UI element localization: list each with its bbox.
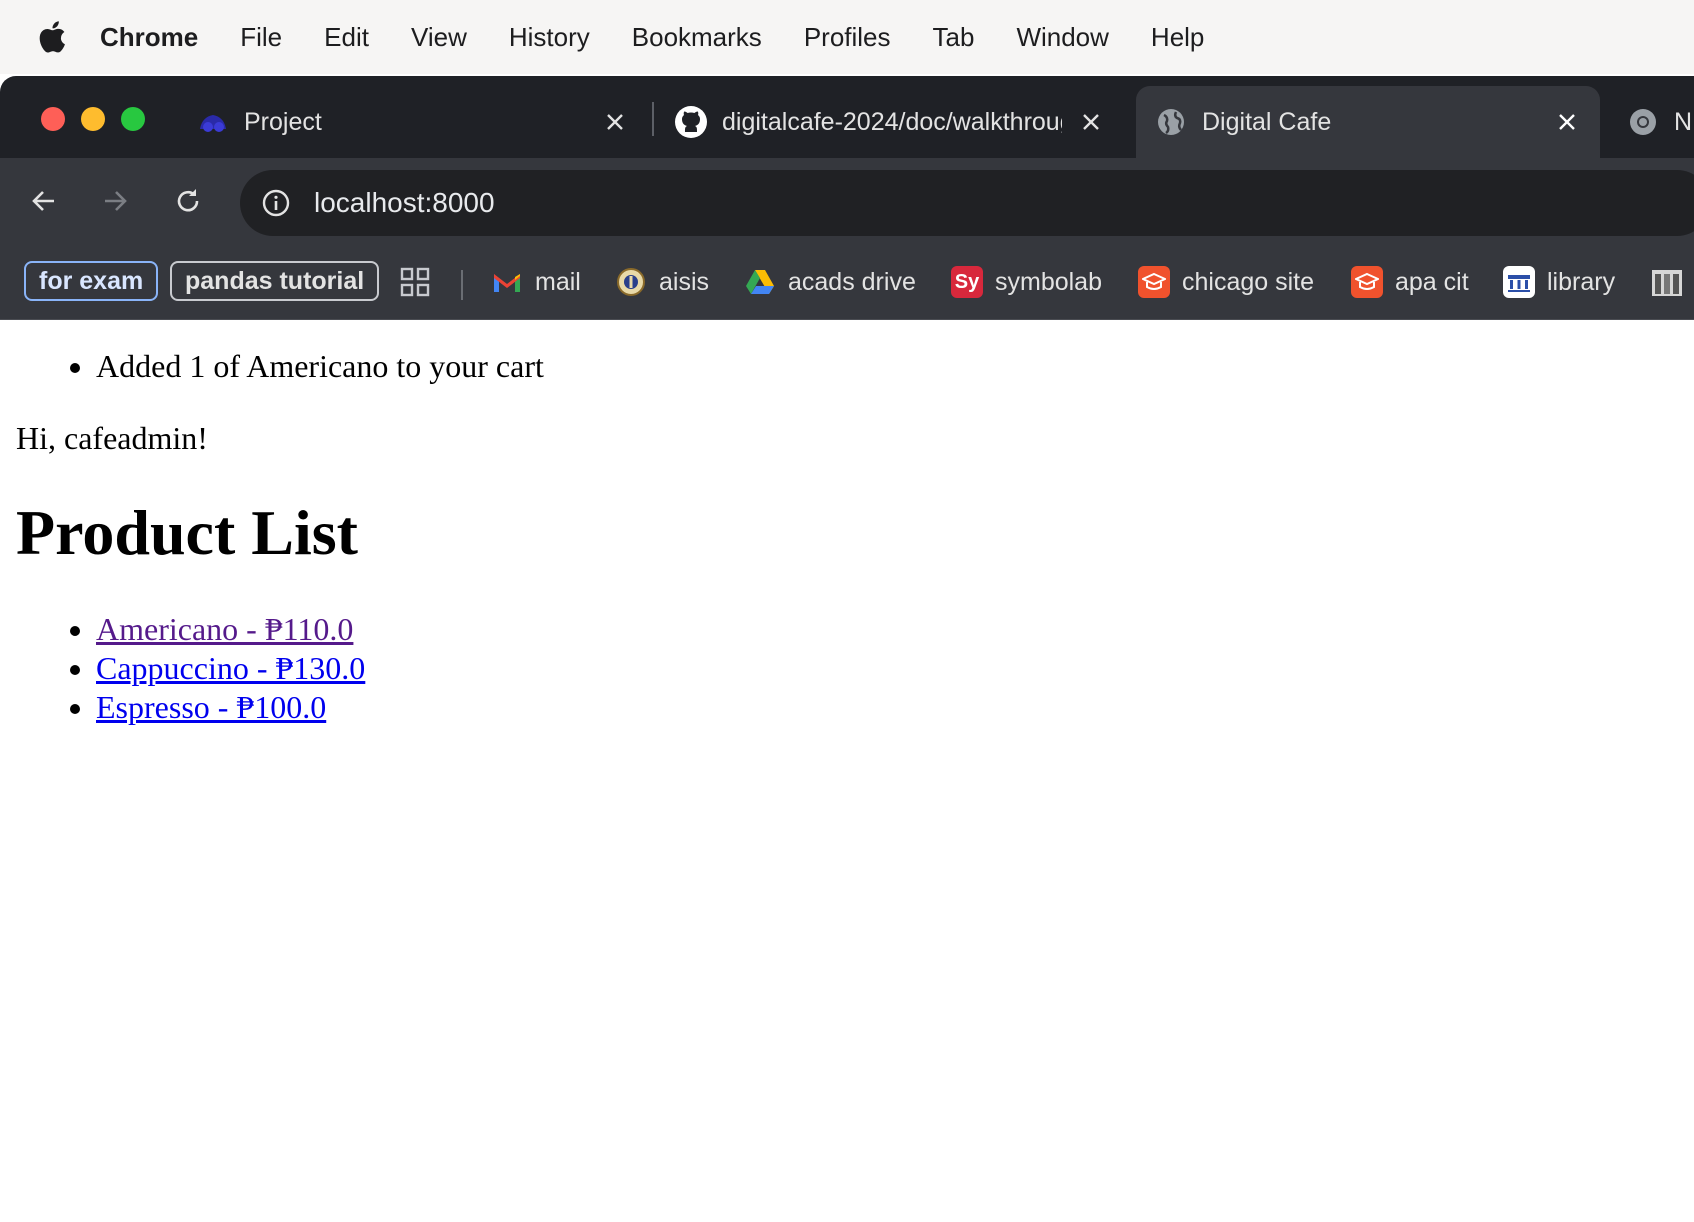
tab-title: Digital Cafe [1202, 107, 1332, 136]
browser-toolbar: localhost:8000 [0, 158, 1694, 246]
product-link-americano[interactable]: Americano - ₱110.0 [96, 611, 353, 647]
bookmark-folder-pandas-tutorial[interactable]: pandas tutorial [170, 261, 380, 301]
chrome-icon [1626, 105, 1660, 139]
browser-window: Project digitalcafe-2024/doc/walkthrough… [0, 76, 1694, 1222]
menu-window[interactable]: Window [1016, 22, 1108, 53]
bookmark-label: symbolab [995, 267, 1102, 296]
macos-menu-bar: Chrome File Edit View History Bookmarks … [0, 0, 1694, 74]
graduation-cap-icon [1351, 266, 1383, 298]
menu-bookmarks[interactable]: Bookmarks [632, 22, 762, 53]
bookmarks-bar: for exam pandas tutorial mail aisis acad… [0, 246, 1694, 320]
menu-tab[interactable]: Tab [933, 22, 975, 53]
product-link-espresso[interactable]: Espresso - ₱100.0 [96, 689, 326, 725]
library-icon [1503, 266, 1535, 298]
tab-title: digitalcafe-2024/doc/walkthrough [722, 107, 1062, 136]
product-link-cappuccino[interactable]: Cappuccino - ₱130.0 [96, 650, 365, 686]
apps-grid-icon[interactable] [398, 262, 432, 302]
menu-help[interactable]: Help [1151, 22, 1204, 53]
bookmark-label: acads drive [788, 267, 916, 296]
gmail-icon [491, 266, 523, 298]
menu-view[interactable]: View [411, 22, 467, 53]
bookmark-label: apa cit [1395, 267, 1469, 296]
minimize-window-button[interactable] [81, 107, 105, 131]
tab-separator [652, 102, 654, 136]
tab-title: N [1674, 107, 1693, 136]
close-tab-icon[interactable] [1552, 107, 1582, 137]
github-icon [674, 105, 708, 139]
list-item: Americano - ₱110.0 [96, 610, 365, 649]
bookmark-mail[interactable]: mail [491, 262, 581, 302]
menu-profiles[interactable]: Profiles [804, 22, 891, 53]
reload-button[interactable] [165, 178, 211, 224]
page-title: Product List [16, 497, 358, 568]
flash-message: Added 1 of Americano to your cart [96, 348, 544, 385]
address-bar[interactable]: localhost:8000 [240, 170, 1694, 236]
tab-digital-cafe[interactable]: Digital Cafe [1136, 86, 1600, 158]
bookmark-folder-for-exam[interactable]: for exam [24, 261, 159, 301]
close-tab-icon[interactable] [600, 107, 630, 137]
tab-strip: Project digitalcafe-2024/doc/walkthrough… [0, 76, 1694, 158]
building-icon[interactable] [1650, 262, 1684, 302]
tab-github[interactable]: digitalcafe-2024/doc/walkthrough [674, 86, 1114, 158]
seal-icon [615, 266, 647, 298]
list-item: Cappuccino - ₱130.0 [96, 649, 365, 688]
menu-file[interactable]: File [240, 22, 282, 53]
menu-app-name[interactable]: Chrome [100, 22, 198, 53]
flash-messages: Added 1 of Americano to your cart [96, 348, 544, 385]
apple-icon[interactable] [38, 21, 78, 53]
menu-history[interactable]: History [509, 22, 590, 53]
graduation-cap-icon [1138, 266, 1170, 298]
symbolab-icon: Sy [951, 266, 983, 298]
bookmark-label: chicago site [1182, 267, 1315, 296]
forward-button[interactable] [92, 178, 138, 224]
list-item: Espresso - ₱100.0 [96, 688, 365, 727]
bookmark-library[interactable]: library [1503, 262, 1615, 302]
tab-project[interactable]: Project [196, 86, 636, 158]
bookmark-symbolab[interactable]: Sy symbolab [951, 262, 1102, 302]
bookmark-label: library [1547, 267, 1616, 296]
greeting-text: Hi, cafeadmin! [16, 420, 208, 456]
page-content: Added 1 of Americano to your cart Hi, ca… [0, 320, 1694, 1222]
bookmarks-divider [461, 270, 463, 300]
bookmark-label: aisis [659, 267, 710, 296]
tab-chrome[interactable]: N [1626, 86, 1694, 158]
google-drive-icon [744, 266, 776, 298]
project-icon [196, 105, 230, 139]
bookmark-chicago-site[interactable]: chicago site [1138, 262, 1314, 302]
site-info-icon[interactable] [258, 185, 294, 221]
zoom-window-button[interactable] [121, 107, 145, 131]
menu-edit[interactable]: Edit [324, 22, 369, 53]
close-window-button[interactable] [41, 107, 65, 131]
globe-icon [1154, 105, 1188, 139]
bookmark-acads-drive[interactable]: acads drive [744, 262, 916, 302]
product-list: Americano - ₱110.0 Cappuccino - ₱130.0 E… [96, 610, 365, 727]
url-text: localhost:8000 [314, 187, 495, 218]
tab-title: Project [244, 107, 322, 136]
bookmark-aisis[interactable]: aisis [615, 262, 709, 302]
bookmark-apa-cit[interactable]: apa cit [1351, 262, 1469, 302]
back-button[interactable] [21, 178, 67, 224]
bookmark-label: mail [535, 267, 581, 296]
close-tab-icon[interactable] [1076, 107, 1106, 137]
